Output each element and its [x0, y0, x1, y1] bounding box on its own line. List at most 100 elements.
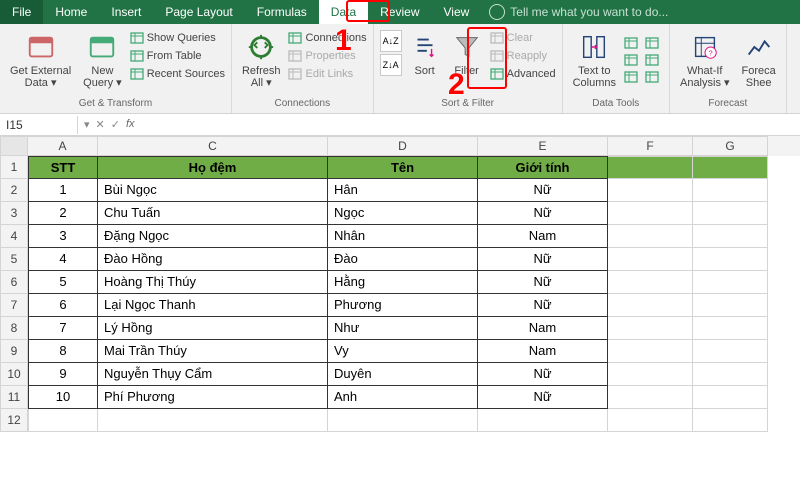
- cell[interactable]: Nữ: [478, 294, 608, 317]
- cell[interactable]: Lại Ngọc Thanh: [98, 294, 328, 317]
- cell[interactable]: Giới tính: [478, 156, 608, 179]
- sort-za[interactable]: Z↓A: [380, 54, 402, 76]
- cell[interactable]: [693, 386, 768, 409]
- cell[interactable]: [693, 248, 768, 271]
- cell[interactable]: Hoàng Thị Thúy: [98, 271, 328, 294]
- select-all[interactable]: [0, 136, 28, 156]
- row-header[interactable]: 4: [0, 225, 28, 248]
- tab-data[interactable]: Data: [319, 0, 368, 24]
- cell[interactable]: [693, 225, 768, 248]
- cell[interactable]: Nữ: [478, 248, 608, 271]
- cell[interactable]: [693, 156, 768, 179]
- cell[interactable]: [693, 202, 768, 225]
- data-tool-5[interactable]: [645, 70, 663, 84]
- cell[interactable]: 8: [28, 340, 98, 363]
- cell[interactable]: Như: [328, 317, 478, 340]
- col-header[interactable]: A: [28, 136, 98, 156]
- data-tool-1[interactable]: [645, 36, 663, 50]
- tab-formulas[interactable]: Formulas: [245, 0, 319, 24]
- tab-file[interactable]: File: [0, 0, 43, 24]
- cell[interactable]: Phương: [328, 294, 478, 317]
- tab-insert[interactable]: Insert: [99, 0, 153, 24]
- get-external-data[interactable]: Get ExternalData ▾: [6, 30, 75, 91]
- col-header[interactable]: E: [478, 136, 608, 156]
- name-box[interactable]: I15: [0, 116, 78, 134]
- advanced[interactable]: Advanced: [490, 66, 556, 82]
- cell[interactable]: [693, 294, 768, 317]
- text-to-columns[interactable]: Text toColumns: [569, 30, 620, 91]
- recent-sources[interactable]: Recent Sources: [130, 66, 225, 82]
- cell[interactable]: [608, 340, 693, 363]
- cell[interactable]: Nam: [478, 340, 608, 363]
- edit-links[interactable]: Edit Links: [288, 66, 366, 82]
- cell[interactable]: Họ đệm: [98, 156, 328, 179]
- tell-me[interactable]: Tell me what you want to do...: [481, 0, 676, 24]
- cell[interactable]: [608, 386, 693, 409]
- forecast-sheet[interactable]: ForecaShee: [738, 30, 780, 91]
- cell[interactable]: [693, 179, 768, 202]
- cell[interactable]: [98, 409, 328, 432]
- cell[interactable]: Vy: [328, 340, 478, 363]
- row-header[interactable]: 7: [0, 294, 28, 317]
- cell[interactable]: Nữ: [478, 386, 608, 409]
- refresh-all[interactable]: RefreshAll ▾: [238, 30, 285, 91]
- cell[interactable]: [693, 409, 768, 432]
- cell[interactable]: [608, 317, 693, 340]
- row-header[interactable]: 5: [0, 248, 28, 271]
- cell[interactable]: Lý Hồng: [98, 317, 328, 340]
- sort-az[interactable]: A↓Z: [380, 30, 402, 52]
- cell[interactable]: Nữ: [478, 179, 608, 202]
- cell[interactable]: [608, 409, 693, 432]
- cell[interactable]: [608, 225, 693, 248]
- row-header[interactable]: 8: [0, 317, 28, 340]
- cell[interactable]: [608, 202, 693, 225]
- cell[interactable]: STT: [28, 156, 98, 179]
- cell[interactable]: Anh: [328, 386, 478, 409]
- row-header[interactable]: 11: [0, 386, 28, 409]
- cell[interactable]: Đặng Ngọc: [98, 225, 328, 248]
- row-header[interactable]: 3: [0, 202, 28, 225]
- new-query[interactable]: NewQuery ▾: [79, 30, 126, 91]
- clear[interactable]: Clear: [490, 30, 556, 46]
- cell[interactable]: Đào: [328, 248, 478, 271]
- cell[interactable]: Phí Phương: [98, 386, 328, 409]
- from-table[interactable]: From Table: [130, 48, 225, 64]
- row-header[interactable]: 10: [0, 363, 28, 386]
- cell[interactable]: Chu Tuấn: [98, 202, 328, 225]
- cell[interactable]: [608, 363, 693, 386]
- show-queries[interactable]: Show Queries: [130, 30, 225, 46]
- cell[interactable]: Ngọc: [328, 202, 478, 225]
- cell[interactable]: Bùi Ngọc: [98, 179, 328, 202]
- cell[interactable]: 3: [28, 225, 98, 248]
- cell[interactable]: [693, 317, 768, 340]
- cell[interactable]: Đào Hồng: [98, 248, 328, 271]
- cell[interactable]: 5: [28, 271, 98, 294]
- cell[interactable]: 7: [28, 317, 98, 340]
- cell[interactable]: [693, 363, 768, 386]
- data-tool-2[interactable]: [624, 53, 642, 67]
- cell[interactable]: Duyên: [328, 363, 478, 386]
- cell[interactable]: Nhân: [328, 225, 478, 248]
- cell[interactable]: [608, 179, 693, 202]
- data-tool-4[interactable]: [624, 70, 642, 84]
- cell[interactable]: Nữ: [478, 202, 608, 225]
- cell[interactable]: [608, 294, 693, 317]
- cell[interactable]: [608, 271, 693, 294]
- cell[interactable]: Nam: [478, 225, 608, 248]
- cell[interactable]: 1: [28, 179, 98, 202]
- cell[interactable]: Nữ: [478, 271, 608, 294]
- tab-view[interactable]: View: [432, 0, 482, 24]
- properties[interactable]: Properties: [288, 48, 366, 64]
- cell[interactable]: 10: [28, 386, 98, 409]
- cell[interactable]: Hân: [328, 179, 478, 202]
- cell[interactable]: 9: [28, 363, 98, 386]
- col-header[interactable]: D: [328, 136, 478, 156]
- data-tool-0[interactable]: [624, 36, 642, 50]
- cell[interactable]: [28, 409, 98, 432]
- col-header[interactable]: G: [693, 136, 768, 156]
- cell[interactable]: 4: [28, 248, 98, 271]
- tab-review[interactable]: Review: [368, 0, 431, 24]
- sort[interactable]: Sort: [406, 30, 444, 79]
- cell[interactable]: [608, 156, 693, 179]
- cell[interactable]: [693, 271, 768, 294]
